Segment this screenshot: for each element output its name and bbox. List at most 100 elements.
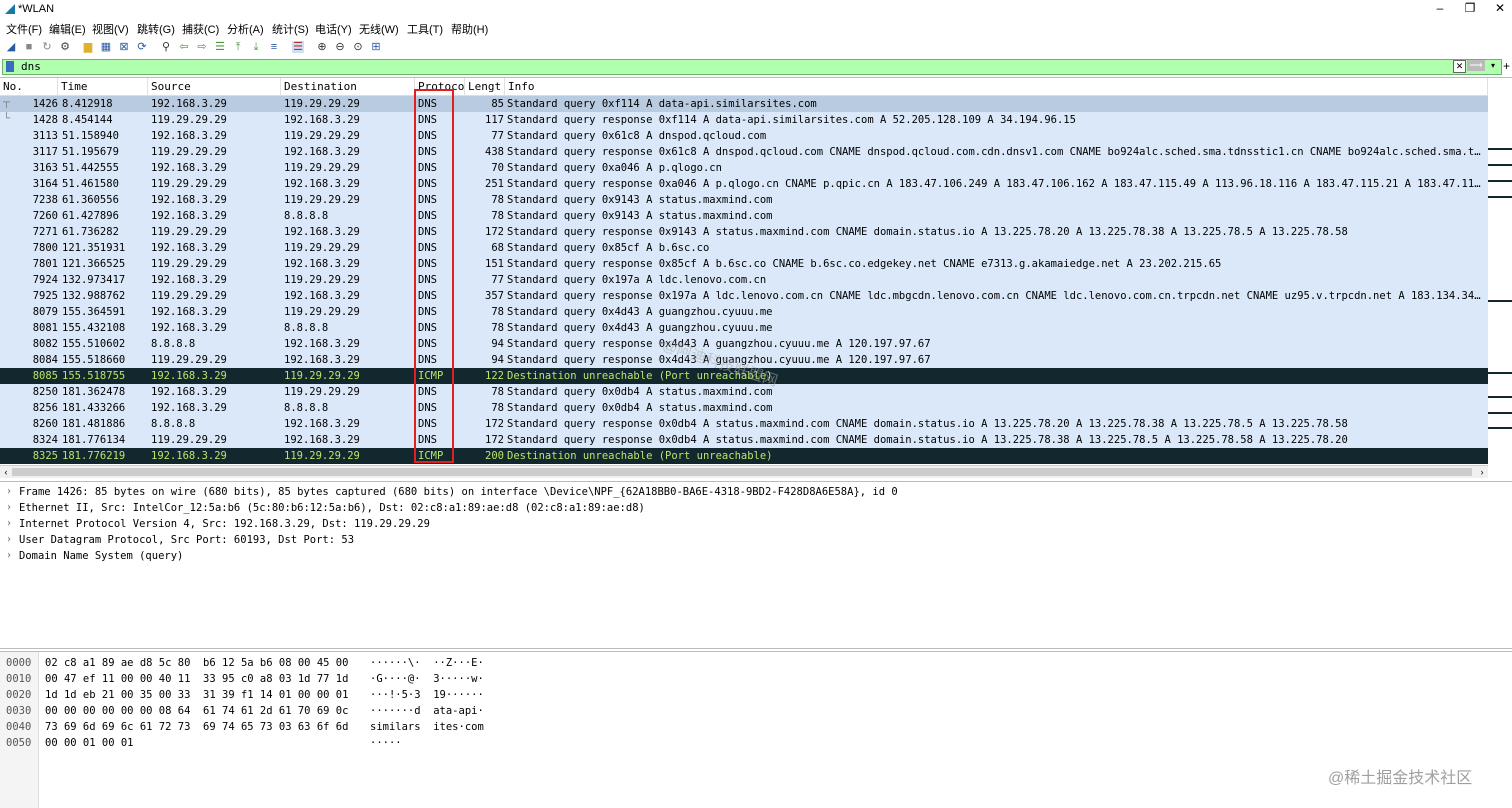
packet-list-hscrollbar[interactable]: ‹ › xyxy=(0,465,1488,478)
close-window-button[interactable]: ✕ xyxy=(1482,0,1512,18)
display-filter-input[interactable]: dns xyxy=(2,59,1502,75)
packet-row[interactable]: 1428 8.454144 119.29.29.29 192.168.3.29 DNS 1… xyxy=(0,112,1488,128)
byte-hex[interactable]: 00 00 01 00 01 xyxy=(45,735,134,751)
menu-go[interactable]: 跳转(G) xyxy=(137,21,175,37)
reload-icon[interactable]: ⟳ xyxy=(136,41,148,53)
column-time[interactable]: Time xyxy=(58,78,148,95)
detail-ipv4[interactable]: › Internet Protocol Version 4, Src: 192.1… xyxy=(0,516,1512,532)
menu-wireless[interactable]: 无线(W) xyxy=(359,21,399,37)
expand-chevron-icon[interactable]: › xyxy=(6,516,12,532)
menu-edit[interactable]: 编辑(E) xyxy=(49,21,86,37)
menu-telephony[interactable]: 电话(Y) xyxy=(315,21,352,37)
column-no[interactable]: No. xyxy=(0,78,58,95)
column-length[interactable]: Lengt xyxy=(465,78,505,95)
last-packet-icon[interactable]: ⤓ xyxy=(250,41,262,53)
packet-details-pane[interactable]: › Frame 1426: 85 bytes on wire (680 bits)… xyxy=(0,481,1512,649)
packet-row[interactable]: 8250 181.362478 192.168.3.29 119.29.29.29 DN… xyxy=(0,384,1488,400)
restart-icon[interactable]: ↻ xyxy=(41,41,53,53)
packet-bytes-pane[interactable]: 0000 02 c8 a1 89 ae d8 5c 80 b6 12 5a b6 … xyxy=(0,651,1512,808)
byte-ascii[interactable]: similars ites·com xyxy=(370,719,484,735)
packet-row[interactable]: 8082 155.510602 8.8.8.8 192.168.3.29 DNS 94 St… xyxy=(0,336,1488,352)
hscroll-thumb[interactable] xyxy=(12,468,1472,476)
first-packet-icon[interactable]: ⤒ xyxy=(232,41,244,53)
minimap-mark xyxy=(1488,300,1512,302)
cell-dst: 8.8.8.8 xyxy=(284,402,329,414)
menu-analyze[interactable]: 分析(A) xyxy=(227,21,264,37)
packet-row[interactable]: 1426 8.412918 192.168.3.29 119.29.29.29 DNS 8… xyxy=(0,96,1488,112)
go-to-packet-icon[interactable]: ☰ xyxy=(214,41,226,53)
stop-icon[interactable]: ■ xyxy=(23,41,35,53)
detail-ethernet[interactable]: › Ethernet II, Src: IntelCor_12:5a:b6 (5c… xyxy=(0,500,1512,516)
packet-row[interactable]: 7260 61.427896 192.168.3.29 8.8.8.8 DNS 78 Sta… xyxy=(0,208,1488,224)
byte-hex[interactable]: 1d 1d eb 21 00 35 00 33 31 39 f1 14 01 0… xyxy=(45,687,348,703)
byte-hex[interactable]: 00 00 00 00 00 00 08 64 61 74 61 2d 61 7… xyxy=(45,703,348,719)
colorize-icon[interactable]: ☰ xyxy=(292,41,304,53)
resize-columns-icon[interactable]: ⊞ xyxy=(370,41,382,53)
packet-list[interactable]: No. Time Source Destination Protoco Leng… xyxy=(0,77,1512,478)
byte-ascii[interactable]: ·······d ata-api· xyxy=(370,703,484,719)
packet-row[interactable]: 3113 51.158940 192.168.3.29 119.29.29.29 DNS… xyxy=(0,128,1488,144)
byte-hex[interactable]: 02 c8 a1 89 ae d8 5c 80 b6 12 5a b6 08 0… xyxy=(45,655,348,671)
zoom-out-icon[interactable]: ⊖ xyxy=(334,41,346,53)
detail-udp[interactable]: › User Datagram Protocol, Src Port: 60193… xyxy=(0,532,1512,548)
expand-chevron-icon[interactable]: › xyxy=(6,532,12,548)
packet-row[interactable]: 8081 155.432108 192.168.3.29 8.8.8.8 DNS 78 St… xyxy=(0,320,1488,336)
expand-chevron-icon[interactable]: › xyxy=(6,548,12,564)
menu-tools[interactable]: 工具(T) xyxy=(407,21,443,37)
packet-row[interactable]: 3164 51.461580 119.29.29.29 192.168.3.29 DNS… xyxy=(0,176,1488,192)
byte-ascii[interactable]: ·G····@· 3·····w· xyxy=(370,671,484,687)
open-file-icon[interactable]: ▆ xyxy=(82,41,94,53)
detail-frame[interactable]: › Frame 1426: 85 bytes on wire (680 bits)… xyxy=(0,484,1512,500)
menu-file[interactable]: 文件(F) xyxy=(6,21,42,37)
packet-row[interactable]: 3117 51.195679 119.29.29.29 192.168.3.29 DNS… xyxy=(0,144,1488,160)
expand-chevron-icon[interactable]: › xyxy=(6,484,12,500)
clear-filter-icon[interactable]: ✕ xyxy=(1453,60,1466,73)
menu-capture[interactable]: 捕获(C) xyxy=(182,21,219,37)
byte-ascii[interactable]: ····· xyxy=(370,735,402,751)
filter-text[interactable]: dns xyxy=(21,60,41,74)
packet-row[interactable]: 7800 121.351931 192.168.3.29 119.29.29.29 DN… xyxy=(0,240,1488,256)
forward-icon[interactable]: ⇨ xyxy=(196,41,208,53)
packet-row[interactable]: 8325 181.776219 192.168.3.29 119.29.29.29 IC… xyxy=(0,448,1488,464)
byte-ascii[interactable]: ···!·5·3 19······ xyxy=(370,687,484,703)
detail-dns[interactable]: › Domain Name System (query) xyxy=(0,548,1512,564)
packet-row[interactable]: 8260 181.481886 8.8.8.8 192.168.3.29 DNS 172 S… xyxy=(0,416,1488,432)
find-icon[interactable]: ⚲ xyxy=(160,41,172,53)
filter-bookmark-icon[interactable] xyxy=(6,61,14,72)
packet-row[interactable]: 7924 132.973417 192.168.3.29 119.29.29.29 DN… xyxy=(0,272,1488,288)
packet-row[interactable]: 8079 155.364591 192.168.3.29 119.29.29.29 DN… xyxy=(0,304,1488,320)
column-info[interactable]: Info xyxy=(505,78,1488,95)
byte-hex[interactable]: 00 47 ef 11 00 00 40 11 33 95 c0 a8 03 1… xyxy=(45,671,348,687)
packet-minimap[interactable] xyxy=(1488,96,1512,461)
byte-ascii[interactable]: ······\· ··Z···E· xyxy=(370,655,484,671)
cell-time: 181.362478 xyxy=(62,386,126,398)
options-icon[interactable]: ⚙ xyxy=(59,41,71,53)
scroll-right-icon[interactable]: › xyxy=(1476,466,1488,478)
column-source[interactable]: Source xyxy=(148,78,281,95)
apply-filter-icon[interactable]: ⟶ xyxy=(1467,60,1485,71)
column-protocol[interactable]: Protoco xyxy=(415,78,465,95)
zoom-in-icon[interactable]: ⊕ xyxy=(316,41,328,53)
menu-view[interactable]: 视图(V) xyxy=(92,21,129,37)
packet-row[interactable]: 7801 121.366525 119.29.29.29 192.168.3.29 DN… xyxy=(0,256,1488,272)
menu-statistics[interactable]: 统计(S) xyxy=(272,21,309,37)
packet-row[interactable]: 7925 132.988762 119.29.29.29 192.168.3.29 DN… xyxy=(0,288,1488,304)
scroll-left-icon[interactable]: ‹ xyxy=(0,466,12,478)
filter-history-dropdown-icon[interactable]: ▾ xyxy=(1488,60,1498,71)
packet-row[interactable]: 3163 51.442555 192.168.3.29 119.29.29.29 DNS… xyxy=(0,160,1488,176)
shark-fin-start-icon[interactable]: ◢ xyxy=(5,41,17,53)
back-icon[interactable]: ⇦ xyxy=(178,41,190,53)
close-file-icon[interactable]: ⊠ xyxy=(118,41,130,53)
packet-row[interactable]: 8256 181.433266 192.168.3.29 8.8.8.8 DNS 78 St… xyxy=(0,400,1488,416)
normal-size-icon[interactable]: ⊙ xyxy=(352,41,364,53)
packet-row[interactable]: 7238 61.360556 192.168.3.29 119.29.29.29 DNS… xyxy=(0,192,1488,208)
packet-row[interactable]: 8324 181.776134 119.29.29.29 192.168.3.29 DN… xyxy=(0,432,1488,448)
byte-hex[interactable]: 73 69 6d 69 6c 61 72 73 69 74 65 73 03 6… xyxy=(45,719,348,735)
expand-chevron-icon[interactable]: › xyxy=(6,500,12,516)
menu-help[interactable]: 帮助(H) xyxy=(451,21,488,37)
packet-row[interactable]: 7271 61.736282 119.29.29.29 192.168.3.29 DNS… xyxy=(0,224,1488,240)
autoscroll-icon[interactable]: ≡ xyxy=(268,41,280,53)
column-destination[interactable]: Destination xyxy=(281,78,415,95)
add-filter-button-icon[interactable]: + xyxy=(1503,59,1510,73)
save-file-icon[interactable]: ▦ xyxy=(100,41,112,53)
